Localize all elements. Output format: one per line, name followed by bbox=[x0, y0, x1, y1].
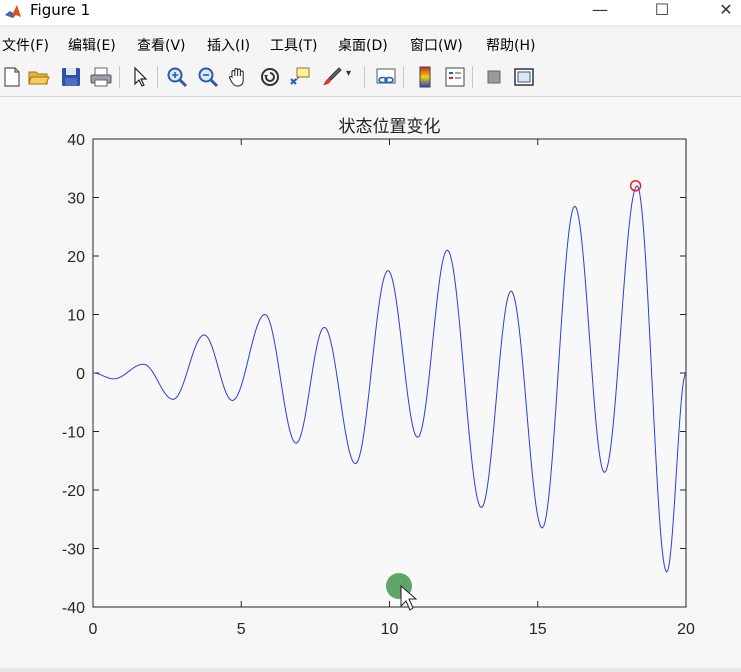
y-tick-label: 10 bbox=[67, 308, 85, 325]
x-tick-label: 10 bbox=[381, 621, 399, 638]
x-tick-label: 15 bbox=[529, 621, 547, 638]
y-tick-label: 40 bbox=[67, 132, 85, 149]
y-tick-label: -20 bbox=[62, 483, 85, 500]
y-tick-label: -40 bbox=[62, 600, 85, 617]
x-tick-label: 20 bbox=[677, 621, 695, 638]
status-strip bbox=[0, 668, 741, 672]
y-tick-label: -30 bbox=[62, 542, 85, 559]
x-tick-label: 5 bbox=[237, 621, 246, 638]
line-chart[interactable]: -40 -30 -20 -10 0 10 20 30 40 0 5 10 15 20 状态位置变化 bbox=[0, 0, 741, 672]
x-tick-label: 0 bbox=[89, 621, 98, 638]
y-tick-label: 30 bbox=[67, 191, 85, 208]
y-tick-label: 20 bbox=[67, 249, 85, 266]
chart-title: 状态位置变化 bbox=[339, 117, 441, 137]
y-tick-label: -10 bbox=[62, 425, 85, 442]
y-tick-label: 0 bbox=[76, 366, 85, 383]
axes-background bbox=[92, 138, 687, 608]
